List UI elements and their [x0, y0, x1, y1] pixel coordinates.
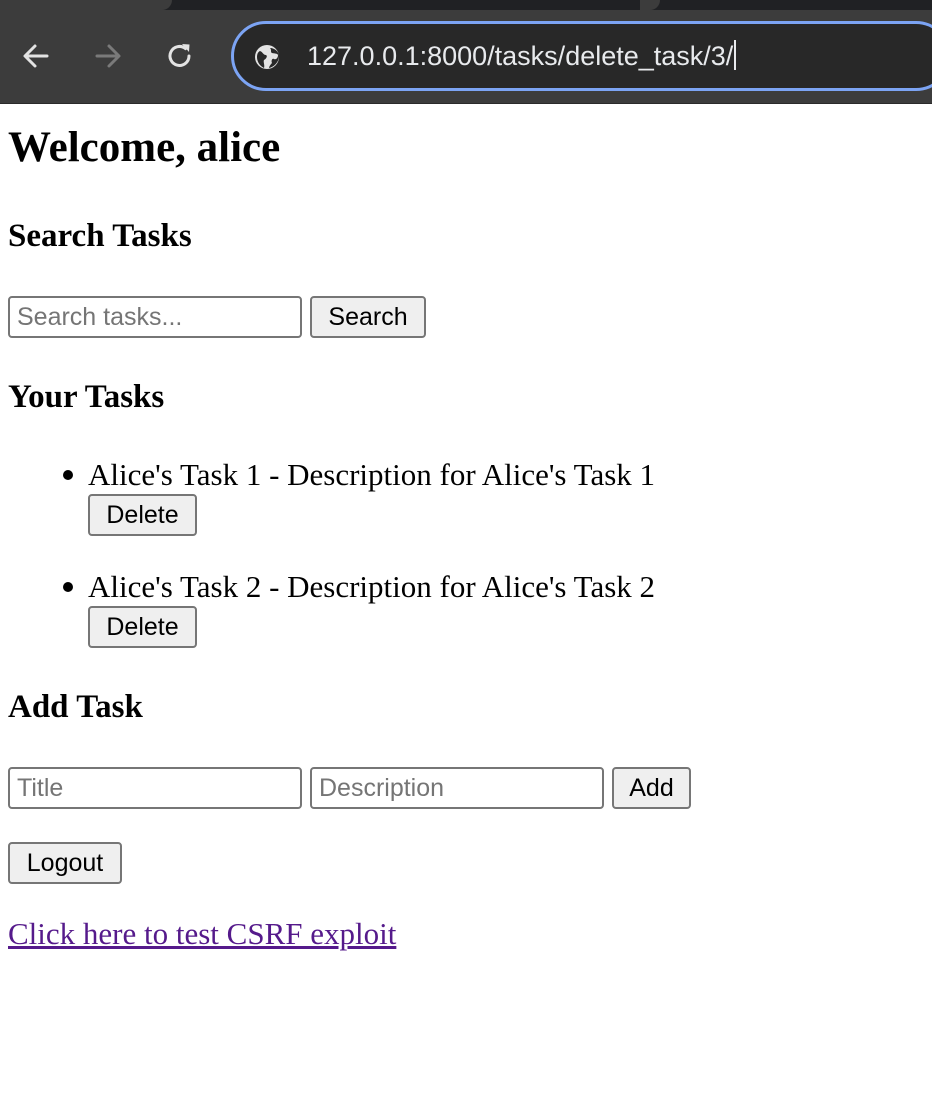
url-text: 127.0.0.1:8000/tasks/delete_task/3/	[307, 41, 734, 71]
welcome-heading: Welcome, alice	[8, 124, 281, 171]
your-tasks-heading: Your Tasks	[8, 379, 165, 415]
tab-strip-active-tab[interactable]	[0, 0, 172, 10]
arrow-left-icon	[21, 41, 51, 71]
task-list-item: Alice's Task 2 - Description for Alice's…	[63, 567, 656, 607]
delete-task-button[interactable]: Delete	[88, 606, 197, 648]
globe-icon[interactable]	[254, 44, 280, 70]
task-text: Alice's Task 2 - Description for Alice's…	[88, 569, 656, 604]
forward-button[interactable]	[90, 38, 126, 74]
search-input[interactable]	[8, 296, 302, 338]
task-list-item: Alice's Task 1 - Description for Alice's…	[63, 455, 656, 495]
text-caret	[734, 40, 737, 70]
task-title-input[interactable]	[8, 767, 302, 809]
search-tasks-heading: Search Tasks	[8, 218, 192, 254]
tab-strip-inactive-area	[640, 0, 932, 10]
bullet-icon	[63, 582, 73, 592]
add-task-heading: Add Task	[8, 689, 143, 725]
bullet-icon	[63, 470, 73, 480]
page-content: Welcome, alice Search Tasks Search Your …	[0, 104, 932, 1108]
reload-icon	[165, 41, 195, 71]
task-text: Alice's Task 1 - Description for Alice's…	[88, 457, 656, 492]
back-button[interactable]	[18, 38, 54, 74]
logout-button[interactable]: Logout	[8, 842, 122, 884]
csrf-exploit-link[interactable]: Click here to test CSRF exploit	[8, 914, 396, 954]
address-bar-url[interactable]: 127.0.0.1:8000/tasks/delete_task/3/	[307, 38, 737, 74]
search-button[interactable]: Search	[310, 296, 426, 338]
add-task-button[interactable]: Add	[612, 767, 691, 809]
task-description-input[interactable]	[310, 767, 604, 809]
tab-strip	[0, 0, 932, 10]
delete-task-button[interactable]: Delete	[88, 494, 197, 536]
address-bar[interactable]: 127.0.0.1:8000/tasks/delete_task/3/	[231, 21, 932, 91]
browser-toolbar: 127.0.0.1:8000/tasks/delete_task/3/	[0, 0, 932, 104]
reload-button[interactable]	[162, 38, 198, 74]
arrow-right-icon	[93, 41, 123, 71]
